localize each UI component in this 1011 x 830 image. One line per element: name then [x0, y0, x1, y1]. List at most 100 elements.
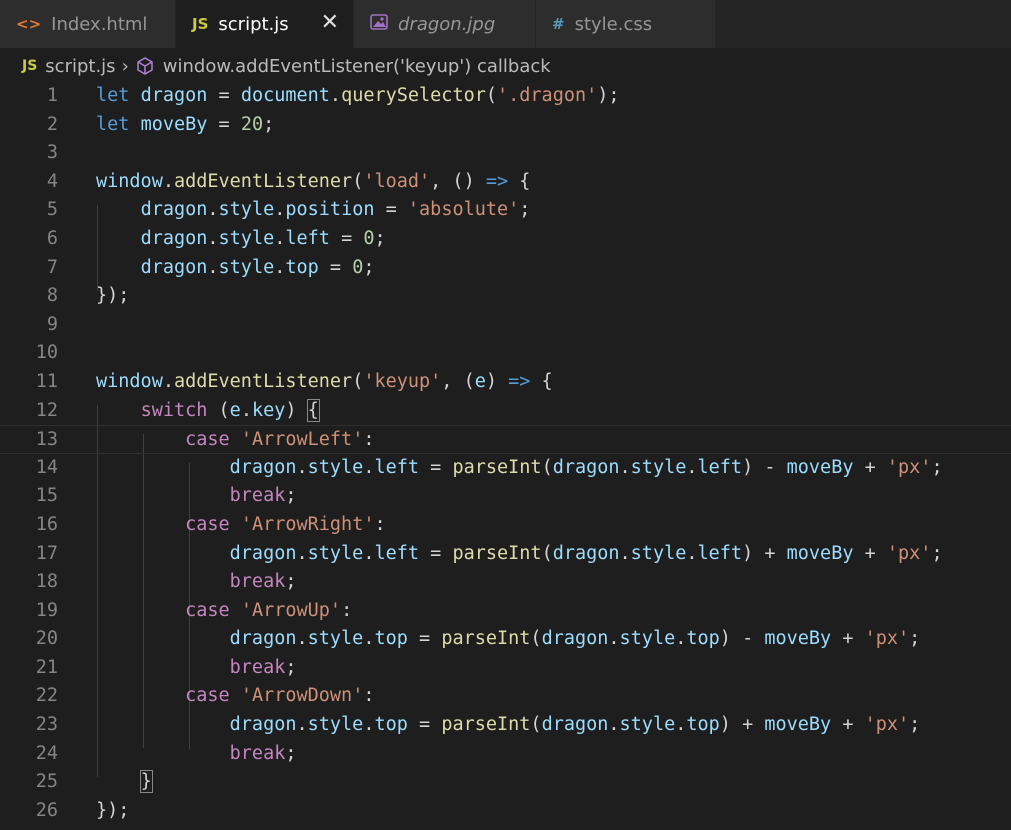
code-line[interactable]: 22 case 'ArrowDown':	[0, 682, 1011, 711]
code-text: dragon.style.top = parseInt(dragon.style…	[96, 625, 1011, 654]
code-token: (	[541, 542, 553, 564]
code-token: :	[374, 513, 386, 535]
code-line[interactable]: 14 dragon.style.left = parseInt(dragon.s…	[0, 454, 1011, 483]
code-line[interactable]: 11 window.addEventListener('keyup', (e) =…	[0, 368, 1011, 397]
code-token: style	[307, 542, 364, 564]
code-line[interactable]: 2 let moveBy = 20;	[0, 111, 1011, 140]
code-token: window	[96, 170, 163, 192]
code-token: top	[285, 256, 319, 278]
code-line[interactable]: 16 case 'ArrowRight':	[0, 511, 1011, 540]
tab-script-js[interactable]: JS script.js ✕	[176, 0, 354, 48]
line-number: 3	[46, 142, 58, 164]
line-number: 9	[46, 313, 58, 335]
code-token: =	[407, 628, 442, 650]
line-number: 24	[35, 742, 58, 764]
code-token: e	[474, 370, 486, 392]
code-token: moveBy	[764, 714, 832, 736]
code-token: style	[307, 628, 364, 650]
code-line[interactable]: 7 dragon.style.top = 0;	[0, 254, 1011, 283]
code-token: .	[329, 85, 342, 106]
code-token: =	[374, 199, 408, 221]
code-token: ;	[285, 485, 297, 507]
code-token: case	[185, 599, 230, 621]
code-line[interactable]: 21 break;	[0, 654, 1011, 683]
code-token: parseInt	[452, 542, 542, 564]
code-token: moveBy	[786, 542, 854, 564]
code-token: =	[207, 85, 241, 106]
tab-dragon-jpg[interactable]: dragon.jpg	[354, 0, 536, 48]
code-token: )	[485, 370, 509, 392]
code-token: , ()	[430, 170, 486, 192]
code-token: addEventListener	[173, 170, 353, 192]
code-text: dragon.style.left = 0;	[96, 225, 1011, 254]
code-line[interactable]: 6 dragon.style.left = 0;	[0, 225, 1011, 254]
code-token: left	[285, 227, 330, 249]
code-text: dragon.style.top = parseInt(dragon.style…	[96, 711, 1011, 740]
breadcrumb-file[interactable]: script.js	[45, 56, 115, 77]
code-text: let dragon = document.querySelector('.dr…	[96, 82, 1011, 111]
code-token: ;	[909, 714, 921, 736]
code-token: document	[240, 85, 330, 106]
code-line[interactable]: 12 switch (e.key) {	[0, 397, 1011, 426]
code-token: dragon	[541, 628, 609, 650]
code-token: .	[207, 199, 219, 221]
code-editor[interactable]: 1 let dragon = document.querySelector('.d…	[0, 82, 1011, 830]
code-text: dragon.style.left = parseInt(dragon.styl…	[96, 540, 1011, 569]
code-token: });	[96, 799, 130, 821]
code-text: });	[96, 797, 1011, 826]
code-line[interactable]: 5 dragon.style.position = 'absolute';	[0, 196, 1011, 225]
code-token: top	[374, 628, 408, 650]
code-token: .	[240, 399, 252, 421]
code-token: ;	[285, 742, 297, 764]
code-line[interactable]: 15 break;	[0, 482, 1011, 511]
code-token: 'px'	[864, 628, 910, 650]
code-line[interactable]: 19 case 'ArrowUp':	[0, 597, 1011, 626]
code-line[interactable]: 24 break;	[0, 740, 1011, 769]
code-token: 'ArrowUp'	[240, 599, 342, 621]
code-line[interactable]: 1 let dragon = document.querySelector('.d…	[0, 82, 1011, 111]
javascript-file-icon: JS	[22, 58, 38, 74]
code-line[interactable]: 26});	[0, 797, 1011, 826]
code-line[interactable]: 10	[0, 339, 1011, 368]
code-token: =	[419, 456, 453, 478]
code-token: =>	[485, 170, 509, 192]
code-line[interactable]: 4 window.addEventListener('load', () => {	[0, 168, 1011, 197]
chevron-right-icon: ›	[121, 55, 129, 77]
line-number: 25	[35, 771, 58, 793]
code-token: left	[697, 542, 743, 564]
code-token: 'absolute'	[407, 199, 520, 221]
tab-style-css[interactable]: # style.css	[536, 0, 716, 48]
code-line[interactable]: 23 dragon.style.top = parseInt(dragon.st…	[0, 711, 1011, 740]
code-token: 0	[352, 256, 364, 278]
tab-index-html[interactable]: <> Index.html	[0, 0, 176, 48]
code-line[interactable]: 8});	[0, 282, 1011, 311]
code-token: .	[207, 256, 219, 278]
close-icon[interactable]: ✕	[321, 10, 339, 35]
code-token: ;	[363, 256, 375, 278]
code-line[interactable]: 17 dragon.style.left = parseInt(dragon.s…	[0, 540, 1011, 569]
code-line[interactable]: 20 dragon.style.top = parseInt(dragon.st…	[0, 625, 1011, 654]
code-token: key	[251, 399, 286, 421]
code-line[interactable]: 13 case 'ArrowLeft':	[0, 425, 1011, 454]
code-token: +	[853, 456, 887, 478]
code-token: .	[296, 542, 308, 564]
code-line[interactable]: 25 }	[0, 768, 1011, 797]
code-text: window.addEventListener('load', () => {	[96, 168, 1011, 197]
breadcrumb-symbol[interactable]: window.addEventListener('keyup') callbac…	[163, 56, 551, 77]
html-code-icon: <>	[16, 15, 42, 33]
code-token: )	[285, 399, 308, 421]
code-token: 'px'	[864, 714, 910, 736]
code-line[interactable]: 9	[0, 311, 1011, 340]
code-token: style	[619, 714, 676, 736]
code-text: case 'ArrowDown':	[96, 682, 1011, 711]
code-line[interactable]: 3	[0, 139, 1011, 168]
code-line[interactable]: 18 break;	[0, 568, 1011, 597]
code-token: .	[675, 628, 687, 650]
code-token: dragon	[140, 199, 208, 221]
code-token: moveBy	[764, 628, 832, 650]
code-token: dragon	[140, 227, 208, 249]
code-text: break;	[96, 568, 1011, 597]
